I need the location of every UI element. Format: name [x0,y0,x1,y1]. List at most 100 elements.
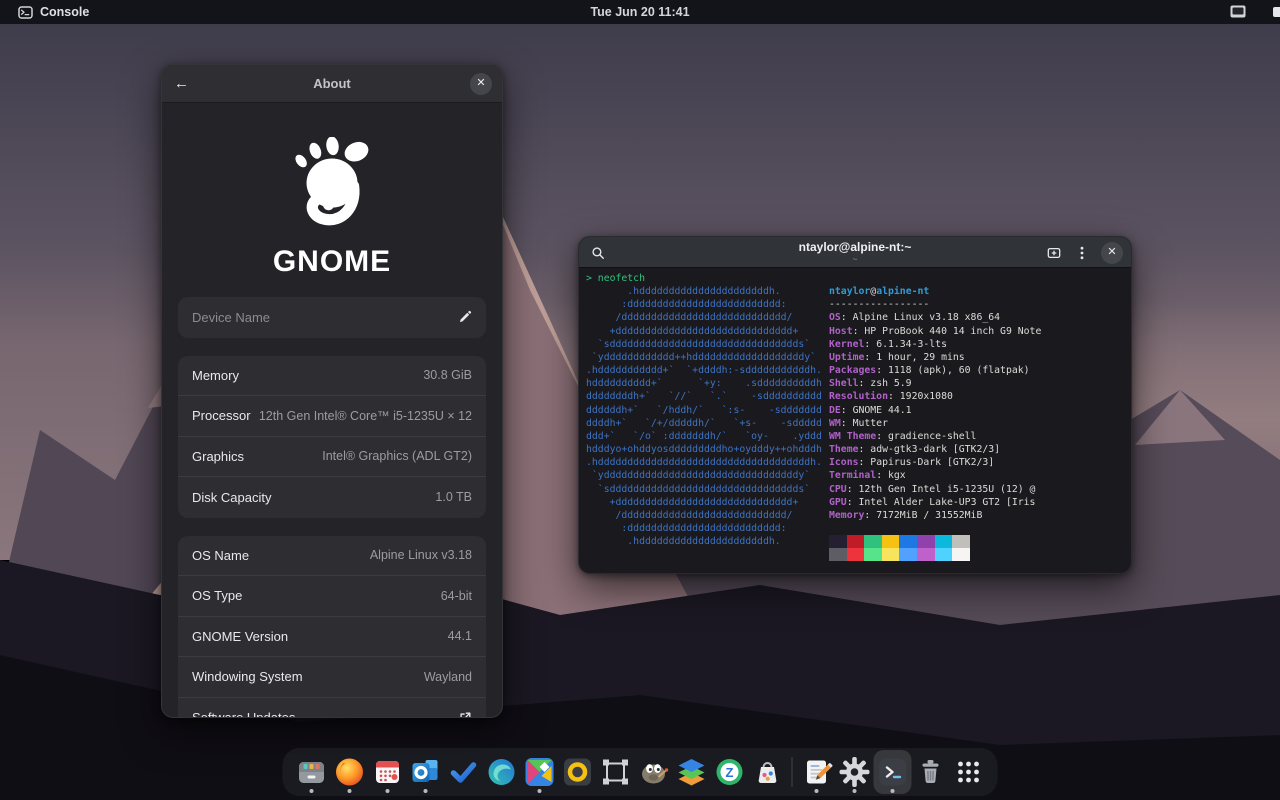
terminal-title-block: ntaylor@alpine-nt:~ ~ [799,241,912,264]
info-line: Resolution: 1920x1080 [829,390,1125,403]
palette-swatch [899,535,917,548]
dock-files-icon[interactable] [293,750,331,794]
palette-swatch [917,535,935,548]
info-line: CPU: 12th Gen Intel i5-1235U (12) @ [829,483,1125,496]
gnome-logo: GNOME [178,137,486,279]
clock[interactable]: Tue Jun 20 11:41 [0,5,1280,19]
gnome-foot-icon [276,137,388,235]
dock-gimp-icon[interactable] [635,750,673,794]
dock-boxes-icon[interactable] [597,750,635,794]
dock-todo-check-icon[interactable] [445,750,483,794]
info-line: Shell: zsh 5.9 [829,377,1125,390]
info-row: Disk Capacity 1.0 TB [178,477,486,518]
dock-calendar-icon[interactable] [369,750,407,794]
system-menu-partial-icon[interactable] [1273,7,1280,17]
prompt-symbol: > [586,273,598,284]
palette-swatch [882,548,900,561]
close-icon[interactable]: ✕ [1101,242,1123,264]
info-row: GNOME Version 44.1 [178,617,486,658]
dock: Z [283,748,998,796]
palette-swatch [864,535,882,548]
colon: : [841,418,853,429]
info-line: DE: GNOME 44.1 [829,404,1125,417]
info-row: Graphics Intel® Graphics (ADL GT2) [178,437,486,478]
colon: : [876,470,888,481]
info-line: Icons: Papirus-Dark [GTK2/3] [829,456,1125,469]
palette-swatch [935,548,953,561]
palette-swatch [829,535,847,548]
info-line: Uptime: 1 hour, 29 mins [829,351,1125,364]
svg-text:Z: Z [726,765,734,780]
colon: : [841,405,853,416]
about-window-title: About [313,76,351,91]
info-row: Processor 12th Gen Intel® Core™ i5-1235U… [178,396,486,437]
colon: : [859,378,871,389]
terminal-body[interactable]: > neofetch .hddddddddddddddddddddddh. :d… [579,268,1131,561]
back-button[interactable]: ← [174,75,189,92]
system-status-area[interactable] [1230,5,1246,18]
dock-console-icon[interactable] [874,750,912,794]
palette-swatch [864,548,882,561]
info-line: WM: Mutter [829,417,1125,430]
edit-pencil-icon[interactable] [458,310,472,324]
palette-swatch [847,548,865,561]
colon: : [876,365,888,376]
color-palette [829,535,1125,561]
gnome-wordmark: GNOME [273,245,391,279]
about-headerbar[interactable]: ← About ✕ [162,65,502,103]
colon: : [841,312,853,323]
dock-settings-icon[interactable] [836,750,874,794]
colon: : [876,431,888,442]
palette-swatch [899,548,917,561]
info-line: Packages: 1118 (apk), 60 (flatpak) [829,364,1125,377]
palette-swatch [935,535,953,548]
dock-edge-icon[interactable] [483,750,521,794]
dock-app-grid-icon[interactable] [950,750,988,794]
dock-outlook-icon[interactable] [407,750,445,794]
terminal-headerbar[interactable]: ntaylor@alpine-nt:~ ~ ✕ [579,237,1131,268]
close-button[interactable]: ✕ [470,73,492,95]
colon: : [864,339,876,350]
top-bar: Console Tue Jun 20 11:41 [0,0,1280,24]
dock-software-store-icon[interactable] [749,750,787,794]
info-line: Host: HP ProBook 440 14 inch G9 Note [829,325,1125,338]
dock-firefox-icon[interactable] [331,750,369,794]
palette-swatch [829,548,847,561]
device-name-card: Device Name [178,297,486,338]
info-lines: OS: Alpine Linux v3.18 x86_64 Host: HP P… [829,311,1125,522]
dock-z-meeting-icon[interactable]: Z [711,750,749,794]
external-link-icon [458,711,472,718]
menu-kebab-icon[interactable] [1071,242,1093,264]
software-updates-row[interactable]: Software Updates [178,698,486,719]
info-row: Memory 30.8 GiB [178,356,486,397]
colon: : [847,484,859,495]
dock-music-player-icon[interactable] [559,750,597,794]
colon: : [859,457,871,468]
os-rows: OS Name Alpine Linux v3.18 OS Type 64-bi… [178,536,486,698]
info-line: OS: Alpine Linux v3.18 x86_64 [829,311,1125,324]
info-line: GPU: Intel Alder Lake-UP3 GT2 [Iris [829,496,1125,509]
info-line: Memory: 7172MiB / 31552MiB [829,509,1125,522]
search-icon[interactable] [587,242,609,264]
device-name-row[interactable]: Device Name [178,297,486,338]
prompt-line: > neofetch [586,272,1131,285]
alpine-ascii-logo: .hddddddddddddddddddddddh. :dddddddddddd… [586,285,829,561]
dock-text-editor-icon[interactable] [798,750,836,794]
colon: : [864,352,876,363]
info-line: Kernel: 6.1.34-3-lts [829,338,1125,351]
neofetch-info: ntaylor@alpine-nt ----------------- OS: … [829,285,1125,561]
new-window-icon[interactable] [1043,242,1065,264]
user-host-line: ntaylor@alpine-nt [829,285,1125,298]
desktop: Console Tue Jun 20 11:41 ← About ✕ [0,0,1280,800]
dock-separator [792,757,793,787]
dock-trash-icon[interactable] [912,750,950,794]
divider-line: ----------------- [829,298,1125,311]
dock-layers-icon[interactable] [673,750,711,794]
info-line: WM Theme: gradience-shell [829,430,1125,443]
dock-tangram-icon[interactable] [521,750,559,794]
info-row: OS Type 64-bit [178,576,486,617]
palette-swatch [882,535,900,548]
terminal-subtitle: ~ [799,255,912,264]
palette-swatch [917,548,935,561]
info-row: OS Name Alpine Linux v3.18 [178,536,486,577]
